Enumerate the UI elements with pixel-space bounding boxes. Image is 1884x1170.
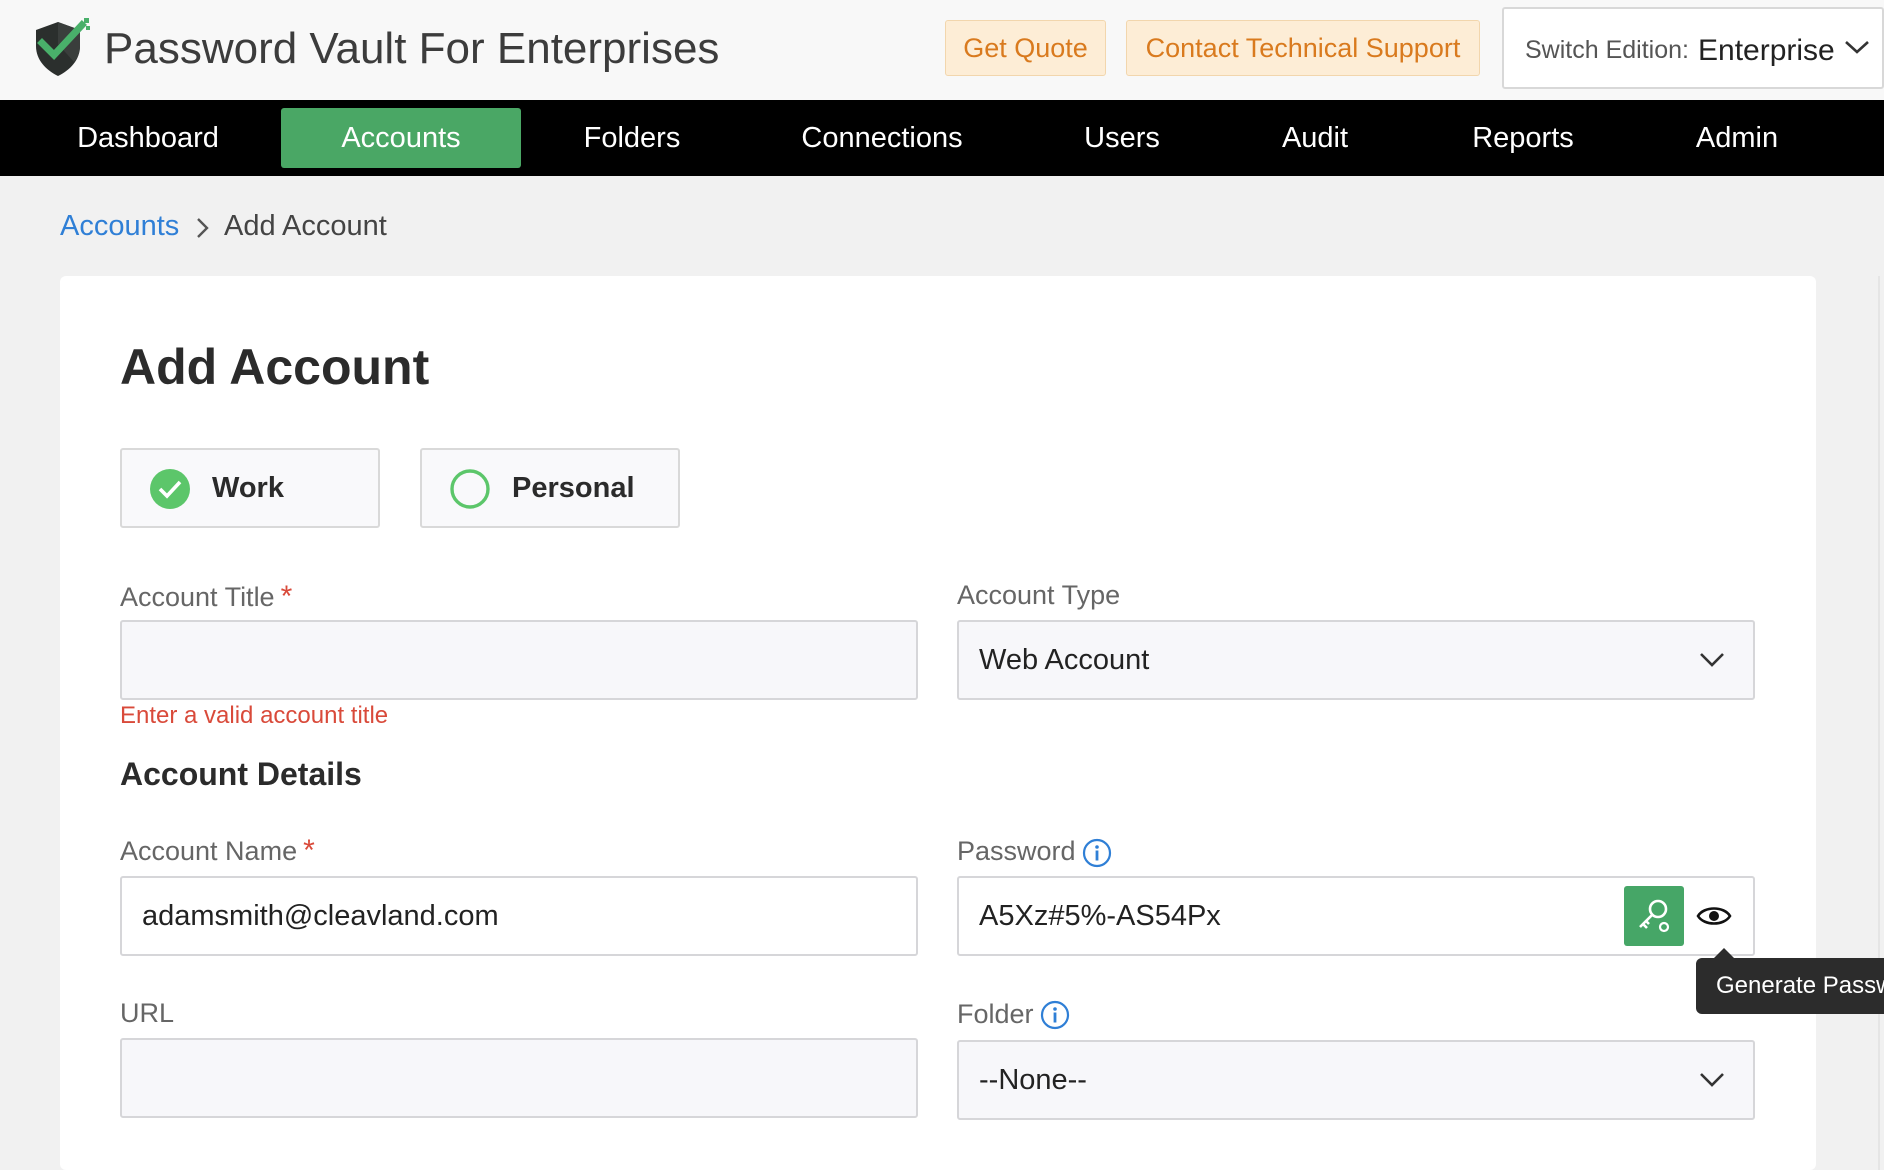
edition-value: Enterprise bbox=[1698, 34, 1835, 67]
chevron-down-icon bbox=[1700, 653, 1724, 667]
nav-dashboard[interactable]: Dashboard bbox=[60, 108, 236, 168]
app-header: Password Vault For Enterprises Get Quote… bbox=[0, 0, 1884, 100]
generate-password-button[interactable] bbox=[1624, 886, 1684, 946]
nav-admin[interactable]: Admin bbox=[1682, 108, 1792, 168]
required-mark: * bbox=[303, 834, 315, 867]
account-type-select[interactable]: Web Account bbox=[957, 620, 1755, 700]
contact-support-button[interactable]: Contact Technical Support bbox=[1126, 20, 1480, 76]
work-label: Work bbox=[212, 472, 284, 504]
nav-users[interactable]: Users bbox=[1064, 108, 1180, 168]
tooltip-arrow bbox=[1714, 948, 1734, 958]
chevron-down-icon bbox=[1700, 1073, 1724, 1087]
nav-accounts[interactable]: Accounts bbox=[281, 108, 521, 168]
nav-folders[interactable]: Folders bbox=[562, 108, 702, 168]
chevron-right-icon bbox=[197, 218, 209, 238]
shield-check-icon bbox=[36, 18, 90, 76]
info-icon[interactable] bbox=[1040, 1000, 1070, 1030]
breadcrumb-current: Add Account bbox=[224, 210, 387, 242]
personal-label: Personal bbox=[512, 472, 635, 504]
url-input[interactable] bbox=[120, 1038, 918, 1118]
nav-audit[interactable]: Audit bbox=[1270, 108, 1360, 168]
edition-label: Switch Edition: bbox=[1525, 36, 1689, 64]
nav-reports[interactable]: Reports bbox=[1460, 108, 1586, 168]
account-details-heading: Account Details bbox=[120, 756, 362, 792]
personal-radio-option[interactable]: Personal bbox=[420, 448, 680, 528]
empty-circle-icon bbox=[450, 469, 490, 509]
folder-value: --None-- bbox=[979, 1064, 1087, 1096]
work-radio-option[interactable]: Work bbox=[120, 448, 380, 528]
nav-connections[interactable]: Connections bbox=[790, 108, 974, 168]
switch-edition-dropdown[interactable]: Switch Edition: Enterprise bbox=[1502, 7, 1884, 89]
get-quote-button[interactable]: Get Quote bbox=[945, 20, 1106, 76]
account-type-value: Web Account bbox=[979, 644, 1150, 676]
url-label: URL bbox=[120, 998, 175, 1028]
app-title: Password Vault For Enterprises bbox=[104, 24, 720, 73]
breadcrumb-accounts-link[interactable]: Accounts bbox=[60, 210, 179, 243]
key-icon bbox=[1639, 899, 1670, 933]
page-title: Add Account bbox=[120, 339, 430, 395]
account-name-label-text: Account Name bbox=[120, 836, 298, 866]
account-title-label: Account Title * bbox=[120, 580, 292, 614]
account-title-label-text: Account Title bbox=[120, 582, 275, 612]
info-icon[interactable] bbox=[1082, 838, 1112, 868]
folder-select[interactable]: --None-- bbox=[957, 1040, 1755, 1120]
scroll-edge bbox=[1878, 276, 1880, 1170]
generate-password-tooltip: Generate Password bbox=[1696, 958, 1884, 1014]
chevron-down-icon bbox=[1845, 41, 1869, 54]
account-name-label: Account Name * bbox=[120, 834, 315, 868]
eye-icon[interactable] bbox=[1696, 900, 1732, 932]
account-title-error: Enter a valid account title bbox=[120, 702, 389, 729]
folder-label: Folder bbox=[957, 999, 1034, 1029]
account-title-input[interactable] bbox=[120, 620, 918, 700]
account-type-label: Account Type bbox=[957, 580, 1121, 610]
account-name-input[interactable]: adamsmith@cleavland.com bbox=[120, 876, 918, 956]
main-nav: Dashboard Accounts Folders Connections U… bbox=[0, 100, 1884, 176]
password-label: Password bbox=[957, 836, 1076, 866]
required-mark: * bbox=[280, 580, 293, 613]
check-circle-icon bbox=[150, 469, 190, 509]
